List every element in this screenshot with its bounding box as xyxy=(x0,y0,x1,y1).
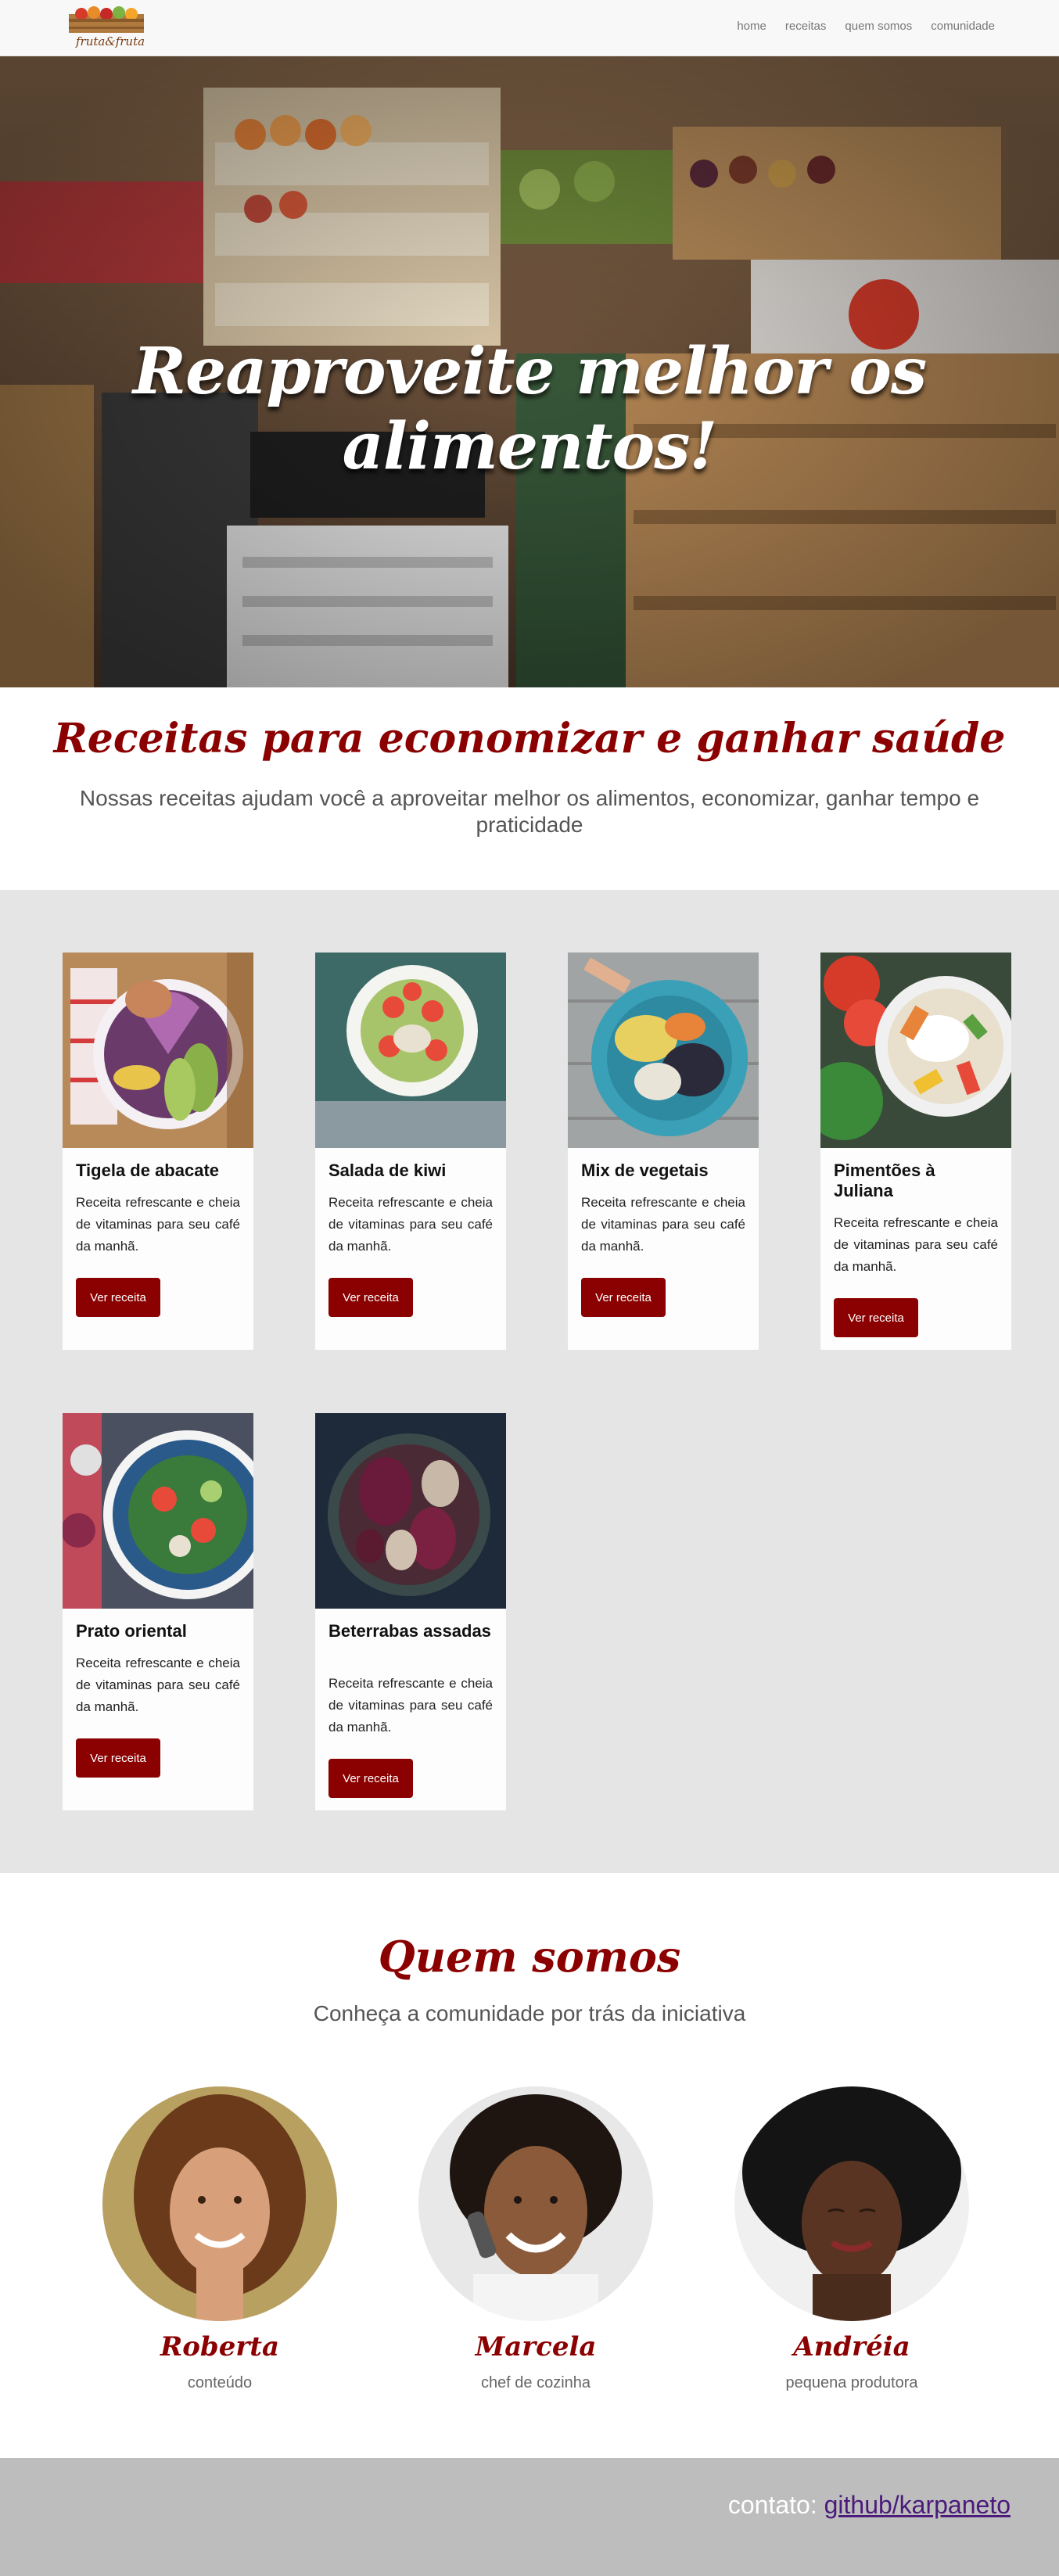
member-name: Andréia xyxy=(793,2331,910,2363)
hero-banner: Reaproveite melhor os alimentos! xyxy=(0,56,1059,687)
avatar xyxy=(102,2086,337,2321)
recipe-title: Salada de kiwi xyxy=(328,1161,447,1180)
member-role: conteúdo xyxy=(187,2374,253,2391)
recipe-photo xyxy=(315,1413,506,1609)
nav-link-home[interactable]: home xyxy=(737,20,766,33)
recipe-title: Mix de vegetais xyxy=(581,1161,709,1180)
intro-title: Receitas para economizar e ganhar saúde xyxy=(53,715,1006,762)
recipe-card: Beterrabas assadas Receita refrescante e… xyxy=(315,1413,506,1810)
recipe-photo xyxy=(63,953,253,1148)
ver-receita-button[interactable]: Ver receita xyxy=(834,1298,918,1337)
member-card: Marcela chef de cozinha xyxy=(418,2086,653,2391)
recipe-description: Receita refrescante e cheia de vitaminas… xyxy=(581,1195,745,1254)
about-subtitle: Conheça a comunidade por trás da iniciat… xyxy=(313,2001,746,2025)
recipe-card: Mix de vegetais Receita refrescante e ch… xyxy=(568,953,759,1350)
footer-contact-label: contato: xyxy=(727,2491,817,2519)
recipe-card: Prato oriental Receita refrescante e che… xyxy=(63,1413,253,1810)
hero-title: Reaproveite melhor os alimentos! xyxy=(132,334,927,484)
nav-links: home receitas quem somos comunidade xyxy=(737,20,995,33)
ver-receita-button[interactable]: Ver receita xyxy=(76,1278,160,1317)
recipe-title: Tigela de abacate xyxy=(76,1161,220,1180)
logo-text: fruta&fruta xyxy=(76,34,145,48)
footer: contato: github/karpaneto xyxy=(0,2458,1059,2576)
recipe-photo xyxy=(568,953,759,1148)
avatar xyxy=(418,2086,653,2321)
recipe-title: Prato oriental xyxy=(76,1621,187,1641)
member-card: Andréia pequena produtora xyxy=(734,2086,969,2391)
member-role: chef de cozinha xyxy=(480,2374,591,2391)
nav-link-comunidade[interactable]: comunidade xyxy=(931,20,995,33)
logo[interactable]: fruta&fruta xyxy=(63,3,150,53)
ver-receita-button[interactable]: Ver receita xyxy=(328,1278,413,1317)
member-name: Marcela xyxy=(475,2331,597,2363)
recipe-card: Pimentões à Juliana Receita refrescante … xyxy=(820,953,1011,1350)
member-card: Roberta conteúdo xyxy=(102,2086,337,2391)
recipe-card: Tigela de abacate Receita refrescante e … xyxy=(63,953,253,1350)
recipe-photo xyxy=(315,953,506,1148)
member-role: pequena produtora xyxy=(785,2374,918,2391)
nav-link-quem-somos[interactable]: quem somos xyxy=(845,20,912,33)
github-link[interactable]: github/karpaneto xyxy=(824,2491,1011,2519)
recipe-description: Receita refrescante e cheia de vitaminas… xyxy=(76,1195,240,1254)
nav-link-receitas[interactable]: receitas xyxy=(785,20,827,33)
member-name: Roberta xyxy=(160,2331,279,2363)
recipe-description: Receita refrescante e cheia de vitaminas… xyxy=(834,1215,998,1274)
recipe-description: Receita refrescante e cheia de vitaminas… xyxy=(328,1195,493,1254)
recipe-description: Receita refrescante e cheia de vitaminas… xyxy=(76,1656,240,1714)
recipe-description: Receita refrescante e cheia de vitaminas… xyxy=(328,1676,493,1735)
ver-receita-button[interactable]: Ver receita xyxy=(76,1738,160,1778)
ver-receita-button[interactable]: Ver receita xyxy=(581,1278,666,1317)
navbar: fruta&fruta home receitas quem somos com… xyxy=(0,0,1059,56)
footer-contact: contato: github/karpaneto xyxy=(728,2491,1011,2520)
recipe-photo xyxy=(63,1413,253,1609)
recipe-title: Beterrabas assadas xyxy=(328,1621,491,1641)
about-title: Quem somos xyxy=(378,1932,681,1982)
ver-receita-button[interactable]: Ver receita xyxy=(328,1759,413,1798)
avatar xyxy=(734,2086,969,2321)
recipe-card: Salada de kiwi Receita refrescante e che… xyxy=(315,953,506,1350)
intro-subtitle: Nossas receitas ajudam você a aproveitar… xyxy=(79,786,980,837)
recipes-section: Tigela de abacate Receita refrescante e … xyxy=(0,890,1059,1873)
recipe-title: Pimentões à Juliana xyxy=(834,1161,935,1200)
recipe-photo xyxy=(820,953,1011,1148)
